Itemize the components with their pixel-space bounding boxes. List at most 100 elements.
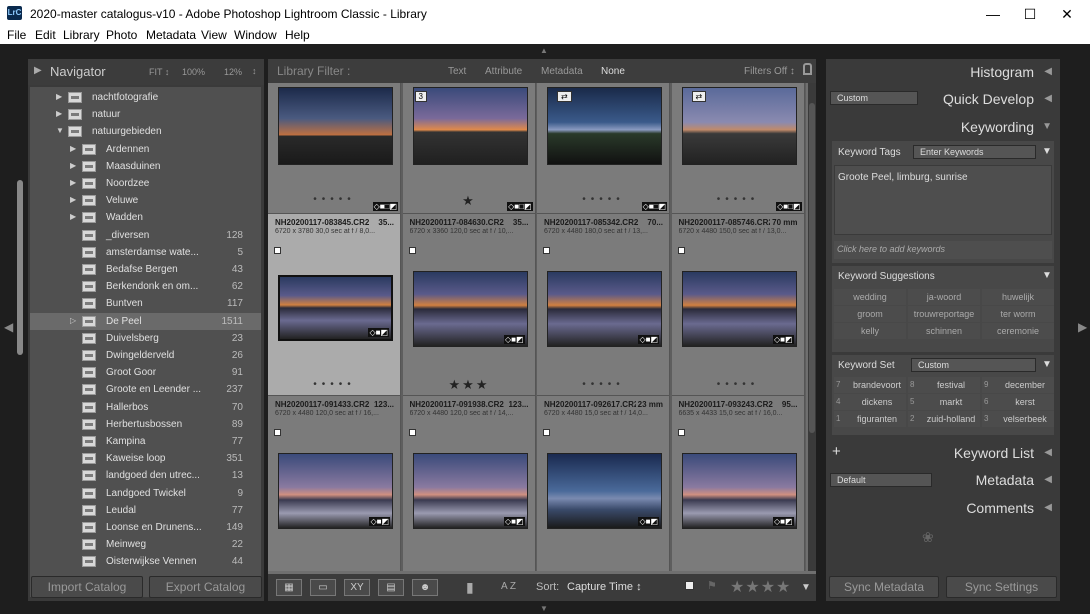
stack-badge[interactable]: 3 (414, 91, 427, 102)
rating-stars[interactable]: ★★★★ (730, 577, 791, 597)
disclosure-arrow-icon[interactable]: ▶ (70, 161, 76, 170)
photo-thumbnail[interactable] (278, 87, 393, 165)
disclosure-arrow-icon[interactable]: ▶ (56, 109, 62, 118)
painter-icon[interactable]: ▮ (466, 579, 474, 596)
disclosure-arrow-icon[interactable]: ▼ (56, 126, 64, 135)
filters-off-dropdown[interactable]: Filters Off ↕ (744, 66, 795, 77)
folder-row[interactable]: ▶ Ardennen (30, 141, 261, 158)
star-rating[interactable]: ••••• (672, 379, 805, 390)
grid-cell[interactable]: ◇■□◩ ••••• (268, 83, 401, 214)
stack-badge[interactable]: ⇄ (557, 91, 572, 102)
folder-row[interactable]: Leudal 77 (30, 502, 261, 519)
navigator-header[interactable]: ▶ Navigator FIT ↕ 100% 12% ↕ (28, 59, 264, 85)
disclosure-arrow-icon[interactable]: ▶ (70, 178, 76, 187)
bottom-edge-arrow[interactable]: ▼ (540, 604, 548, 613)
folder-row[interactable]: Oisterwijkse Vennen 44 (30, 553, 261, 570)
sync-metadata-button[interactable]: Sync Metadata (829, 576, 939, 598)
pick-flag-icon[interactable] (677, 247, 685, 254)
folder-row[interactable]: Groot Goor 91 (30, 364, 261, 381)
menu-photo[interactable]: Photo (106, 28, 137, 42)
flag-reject-icon[interactable]: ⚑ (707, 579, 717, 592)
folder-row[interactable]: Bedafse Bergen 43 (30, 261, 261, 278)
grid-view-icon[interactable]: ▦ (276, 579, 302, 596)
grid-cell[interactable]: ⇄ ◇■□◩ ••••• (671, 83, 805, 214)
export-catalog-button[interactable]: Export Catalog (149, 576, 262, 598)
disclosure-arrow-icon[interactable]: ▷ (70, 316, 76, 325)
disclosure-arrow-icon[interactable]: ▶ (70, 212, 76, 221)
grid-cell[interactable]: NH20200117-091938.CR2 123... 6720 x 4480 1… (402, 396, 536, 571)
photo-thumbnail[interactable]: ◇■◩ (412, 453, 528, 529)
filter-attribute-tab[interactable]: Attribute (485, 66, 522, 77)
folder-row[interactable]: Kampina 77 (30, 433, 261, 450)
pick-flag-icon[interactable] (408, 429, 416, 436)
quick-develop-preset[interactable]: Custom (830, 91, 918, 105)
filter-text-tab[interactable]: Text (448, 66, 466, 77)
loupe-view-icon[interactable]: ▭ (310, 579, 336, 596)
right-panel-toggle-icon[interactable]: ▶ (1078, 320, 1087, 334)
sort-dropdown[interactable]: Capture Time ↕ (567, 581, 642, 593)
metadata-header[interactable]: Default Metadata ◀ (826, 467, 1060, 493)
add-keyword-icon[interactable]: + (832, 443, 841, 460)
keyword-suggestion[interactable]: trouwreportage (908, 306, 980, 322)
pick-flag-icon[interactable] (543, 247, 550, 254)
menu-help[interactable]: Help (285, 28, 310, 42)
metadata-preset-dropdown[interactable]: Default (830, 473, 932, 487)
folder-row[interactable]: ▶ nachtfotografie (30, 89, 261, 106)
keyword-suggestion[interactable]: schinnen (908, 323, 980, 339)
keyword-suggestion[interactable]: groom (834, 306, 906, 322)
grid-cell[interactable]: NH20200117-083845.CR2 35... 6720 x 3780 30… (268, 214, 401, 396)
folder-row[interactable]: ▶ Maasduinen (30, 158, 261, 175)
folder-row[interactable]: ▷ De Peel 1511 (30, 312, 261, 330)
sort-direction-icon[interactable]: A Z (501, 581, 516, 592)
keyword-set-item[interactable]: 8 festival (908, 377, 980, 393)
grid-cell[interactable]: ⇄ ◇■□◩ ••••• (537, 83, 670, 214)
keyword-suggestion[interactable]: ja-woord (908, 289, 980, 305)
folder-row[interactable]: Herbertusbossen 89 (30, 416, 261, 433)
collapse-icon[interactable]: ◀ (1044, 66, 1052, 77)
keyword-set-item[interactable]: 6 kerst (982, 394, 1054, 410)
disclosure-arrow-icon[interactable]: ▶ (70, 144, 76, 153)
collapse-icon[interactable]: ◀ (1044, 502, 1052, 513)
disclosure-arrow-icon[interactable]: ▶ (56, 92, 62, 101)
folder-row[interactable]: amsterdamse wate... 5 (30, 244, 261, 261)
keyword-tags-textarea[interactable]: Groote Peel, limburg, sunrise (834, 165, 1052, 235)
flag-pick-icon[interactable] (685, 581, 694, 590)
keyword-set-item[interactable]: 7 brandevoort (834, 377, 906, 393)
grid-scrollbar[interactable] (808, 83, 816, 571)
star-rating[interactable]: ••••• (537, 194, 670, 205)
keyword-set-item[interactable]: 3 velserbeek (982, 411, 1054, 427)
folder-row[interactable]: ▶ Noordzee (30, 175, 261, 192)
folder-row[interactable]: Hallerbos 70 (30, 399, 261, 416)
grid-cell[interactable]: NH20200117-091433.CR2 123... 6720 x 4480 1… (268, 396, 401, 571)
photo-thumbnail[interactable]: ◇■◩ (681, 453, 797, 529)
photo-thumbnail[interactable]: ◇■◩ (547, 453, 662, 529)
navigator-zoom-12[interactable]: 12% (224, 67, 242, 77)
menu-library[interactable]: Library (63, 28, 100, 42)
toolbar-menu-icon[interactable]: ▼ (801, 582, 811, 593)
navigator-expand-icon[interactable]: ▶ (34, 65, 42, 76)
keyword-mode-dropdown[interactable]: Enter Keywords (913, 145, 1036, 159)
menu-edit[interactable]: Edit (35, 28, 56, 42)
grid-cell[interactable]: 3 ◇■□◩ ★ (402, 83, 536, 214)
keyword-suggestion[interactable]: ter worm (982, 306, 1054, 322)
folder-row[interactable]: Groote en Leender ... 237 (30, 381, 261, 398)
folder-row[interactable]: landgoed den utrec... 13 (30, 467, 261, 484)
keyword-suggestion[interactable]: kelly (834, 323, 906, 339)
folder-row[interactable]: ▶ natuur (30, 106, 261, 123)
keyword-set-item[interactable]: 5 markt (908, 394, 980, 410)
folder-row[interactable]: Berkendonk en om... 62 (30, 278, 261, 295)
star-rating[interactable]: ••••• (268, 194, 401, 205)
keyword-list-header[interactable]: + Keyword List ◀ (826, 440, 1060, 466)
pick-flag-icon[interactable] (543, 429, 550, 436)
top-edge-arrow[interactable]: ▲ (540, 46, 548, 55)
folder-row[interactable]: ▼ natuurgebieden (30, 123, 261, 140)
navigator-zoom-100[interactable]: 100% (182, 67, 205, 77)
grid-cell[interactable]: NH20200117-085746.CR2 70 mm 6720 x 4480 15… (671, 214, 805, 396)
grid-cell[interactable]: NH20200117-085342.CR2 70... 6720 x 4480 18… (537, 214, 670, 396)
folder-row[interactable]: Meinweg 22 (30, 536, 261, 553)
compare-view-icon[interactable]: XY (344, 579, 370, 596)
star-rating[interactable]: ★★★ (403, 377, 536, 393)
stack-badge[interactable]: ⇄ (691, 91, 707, 102)
keyword-set-dropdown[interactable]: Custom (911, 358, 1036, 372)
keyword-suggestion[interactable]: huwelijk (982, 289, 1054, 305)
